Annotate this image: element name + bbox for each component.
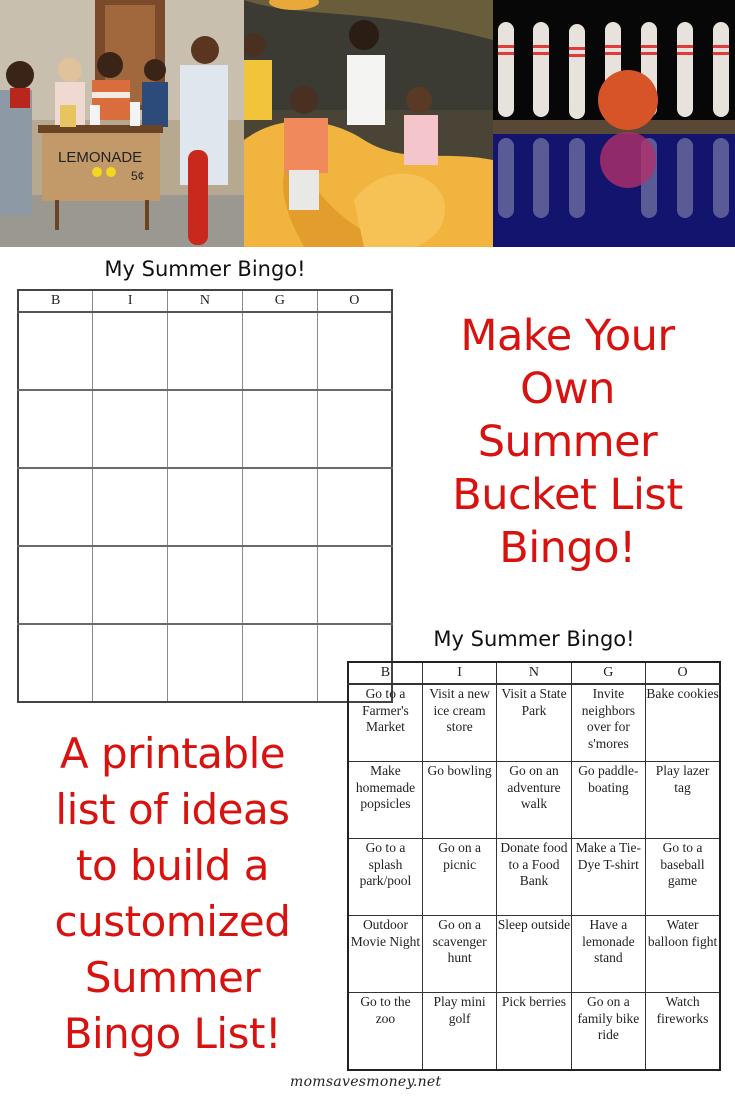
column-header-i: I bbox=[92, 289, 169, 313]
bingo-row: Go to the zoo Play mini golf Pick berrie… bbox=[347, 992, 721, 1071]
bingo-cell: Go bowling bbox=[421, 761, 498, 839]
bingo-cell: Play lazer tag bbox=[645, 761, 721, 839]
headline-line: A printable bbox=[59, 729, 286, 778]
blank-row bbox=[17, 389, 393, 469]
header-row: B I N G O bbox=[17, 289, 393, 313]
bingo-cell: Go to the zoo bbox=[347, 992, 423, 1071]
bingo-cell: Watch fireworks bbox=[645, 992, 721, 1071]
headline-line: to build a bbox=[76, 841, 269, 890]
bingo-cell: Go on a scavenger hunt bbox=[421, 915, 498, 993]
header-row: B I N G O bbox=[347, 661, 721, 685]
blank-cell bbox=[17, 467, 94, 547]
headline-line: list of ideas bbox=[55, 785, 290, 834]
bingo-row: Outdoor Movie Night Go on a scavenger hu… bbox=[347, 915, 721, 993]
bingo-cell: Go on a family bike ride bbox=[570, 992, 647, 1071]
bingo-cell: Visit a State Park bbox=[496, 683, 572, 762]
bingo-cell: Go to a splash park/pool bbox=[347, 838, 423, 916]
headline-line: Summer bbox=[84, 953, 261, 1002]
site-credit: momsavesmoney.net bbox=[290, 1074, 442, 1090]
bingo-cell: Donate food to a Food Bank bbox=[496, 838, 572, 916]
bingo-cell: Invite neighbors over for s'mores bbox=[570, 683, 647, 762]
bingo-cell: Bake cookies bbox=[645, 683, 721, 762]
bingo-cell: Go paddle-boating bbox=[570, 761, 647, 839]
filled-bingo-card: B I N G O Go to a Farmer's Market Visit … bbox=[347, 661, 721, 1071]
column-header-b: B bbox=[17, 289, 94, 313]
blank-cell bbox=[17, 311, 94, 391]
blank-cell bbox=[167, 623, 243, 703]
headline-line: customized bbox=[54, 897, 291, 946]
blank-cell bbox=[17, 545, 94, 625]
bingo-cell: Make homemade popsicles bbox=[347, 761, 423, 839]
blank-cell bbox=[92, 311, 169, 391]
headline-line: Bingo! bbox=[499, 523, 636, 573]
blank-cell bbox=[167, 545, 243, 625]
column-header-o: O bbox=[316, 289, 393, 313]
blank-cell bbox=[92, 545, 169, 625]
column-header-g: G bbox=[570, 661, 647, 685]
svg-text:LEMONADE: LEMONADE bbox=[58, 149, 142, 166]
headline-line: Own bbox=[520, 364, 615, 414]
blank-cell bbox=[92, 623, 169, 703]
bingo-cell: Visit a new ice cream store bbox=[421, 683, 498, 762]
photo-bowling bbox=[493, 0, 735, 247]
headline-line: Bucket List bbox=[452, 470, 683, 520]
column-header-n: N bbox=[167, 289, 243, 313]
blank-cell bbox=[167, 389, 243, 469]
blank-row bbox=[17, 311, 393, 391]
photo-paddle-boat bbox=[244, 0, 493, 247]
bingo-cell: Sleep outside bbox=[496, 915, 572, 993]
bingo-cell: Play mini golf bbox=[421, 992, 498, 1071]
blank-row bbox=[17, 623, 393, 703]
blank-cell bbox=[167, 467, 243, 547]
blank-cell bbox=[92, 389, 169, 469]
headline-line: Make Your bbox=[460, 311, 675, 361]
column-header-i: I bbox=[421, 661, 498, 685]
blank-cell bbox=[241, 311, 318, 391]
headline-line: Summer bbox=[477, 417, 658, 467]
blank-card-title: My Summer Bingo! bbox=[104, 257, 306, 281]
svg-text:5¢: 5¢ bbox=[131, 169, 144, 183]
headline-make-your-own: Make Your Own Summer Bucket List Bingo! bbox=[400, 310, 735, 575]
bingo-cell: Go to a baseball game bbox=[645, 838, 721, 916]
bingo-cell: Have a lemonade stand bbox=[570, 915, 647, 993]
bingo-row: Make homemade popsicles Go bowling Go on… bbox=[347, 761, 721, 839]
blank-cell bbox=[92, 467, 169, 547]
blank-bingo-card: B I N G O bbox=[17, 289, 393, 703]
blank-cell bbox=[167, 311, 243, 391]
blank-cell bbox=[17, 623, 94, 703]
column-header-n: N bbox=[496, 661, 572, 685]
blank-cell bbox=[316, 389, 393, 469]
bingo-cell: Make a Tie-Dye T-shirt bbox=[570, 838, 647, 916]
blank-row bbox=[17, 545, 393, 625]
blank-row bbox=[17, 467, 393, 547]
blank-cell bbox=[241, 467, 318, 547]
bingo-cell: Water balloon fight bbox=[645, 915, 721, 993]
bingo-row: Go to a splash park/pool Go on a picnic … bbox=[347, 838, 721, 916]
blank-cell bbox=[316, 311, 393, 391]
blank-cell bbox=[241, 623, 318, 703]
column-header-b: B bbox=[347, 661, 423, 685]
headline-line: Bingo List! bbox=[63, 1009, 282, 1058]
column-header-g: G bbox=[241, 289, 318, 313]
bingo-cell: Outdoor Movie Night bbox=[347, 915, 423, 993]
filled-card-title: My Summer Bingo! bbox=[433, 627, 635, 651]
blank-cell bbox=[241, 389, 318, 469]
bingo-cell: Go on a picnic bbox=[421, 838, 498, 916]
bingo-row: Go to a Farmer's Market Visit a new ice … bbox=[347, 683, 721, 762]
photo-lemonade-stand: LEMONADE 5¢ bbox=[0, 0, 244, 247]
bingo-cell: Go on an adventure walk bbox=[496, 761, 572, 839]
bingo-cell: Pick berries bbox=[496, 992, 572, 1071]
column-header-o: O bbox=[645, 661, 721, 685]
bingo-cell: Go to a Farmer's Market bbox=[347, 683, 423, 762]
headline-printable-list: A printable list of ideas to build a cus… bbox=[0, 726, 345, 1062]
blank-cell bbox=[316, 467, 393, 547]
blank-cell bbox=[316, 545, 393, 625]
blank-cell bbox=[241, 545, 318, 625]
blank-cell bbox=[17, 389, 94, 469]
